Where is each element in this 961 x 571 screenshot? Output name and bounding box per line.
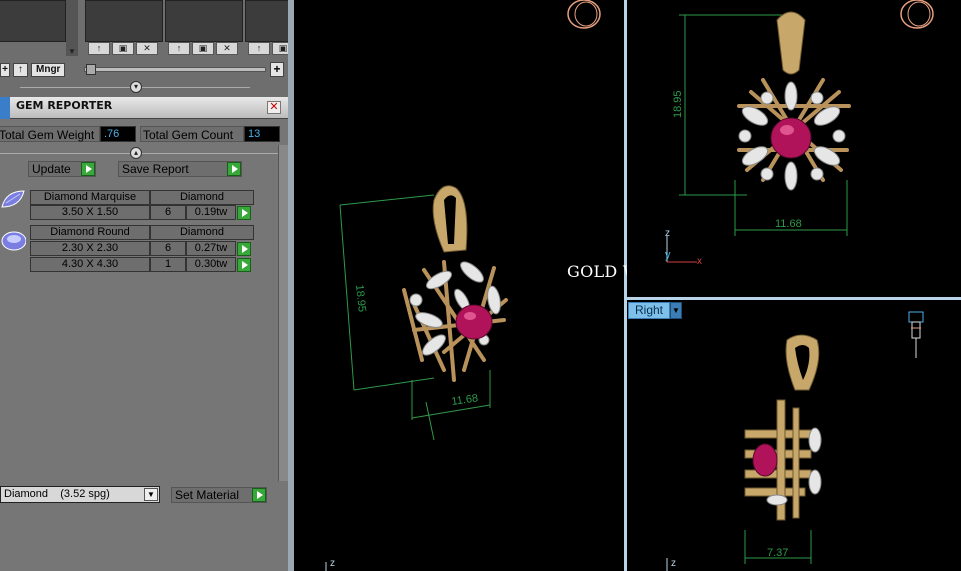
width-dimension: 7.37 [767, 547, 788, 559]
view-orientation-icon[interactable] [908, 311, 924, 358]
axis-y-label: y [665, 249, 671, 261]
select-gem-button[interactable] [237, 206, 251, 220]
save-thumb-button[interactable]: ▣ [272, 42, 288, 55]
pendant-model[interactable] [737, 11, 851, 191]
save-report-label: Save Report [122, 162, 189, 176]
gem-shape-header: Diamond Marquise [30, 190, 150, 205]
width-dimension: 11.68 [775, 218, 802, 230]
update-button[interactable]: Update [28, 161, 96, 177]
gem-count: 1 [150, 257, 186, 272]
front-viewport[interactable]: 18.95 11.68 z y x [627, 0, 961, 297]
save-thumb-button[interactable]: ▣ [112, 42, 134, 55]
chevron-down-icon[interactable]: ▼ [670, 302, 682, 319]
set-material-label: Set Material [175, 488, 240, 502]
scroll-down-icon[interactable]: ▼ [67, 48, 77, 56]
gem-weight: 0.30tw [186, 257, 236, 272]
panel-title: GEM REPORTER [16, 99, 113, 112]
gem-reporter-icon [0, 97, 10, 119]
scrollbar[interactable]: ▼ [66, 0, 78, 56]
select-gem-button[interactable] [237, 242, 251, 256]
gem-weight: 0.19tw [186, 205, 236, 220]
select-gem-button[interactable] [237, 258, 251, 272]
axis-x-label: x [697, 256, 702, 267]
total-count-value: 13 [244, 126, 280, 142]
move-up-button[interactable]: ↑ [88, 42, 110, 55]
left-panel: ▼ ↑ ▣ ✕ ↑ ▣ ✕ ↑ ▣ + ↑ Mngr + ▾ GEM REPOR… [0, 0, 288, 571]
gem-size: 2.30 X 2.30 [30, 241, 150, 256]
gem-material-header: Diamond [150, 225, 254, 240]
axis-z-label: z [330, 558, 335, 569]
plus-button[interactable]: + [270, 62, 284, 77]
total-weight-value: .76 [100, 126, 136, 142]
gem-size: 3.50 X 1.50 [30, 205, 150, 220]
close-button[interactable]: ✕ [267, 101, 281, 114]
gem-material-header: Diamond [150, 190, 254, 205]
up-button[interactable]: ↑ [13, 62, 28, 77]
play-icon[interactable] [227, 162, 241, 176]
thumbnail-slot[interactable] [85, 0, 163, 42]
thumbnail-slot[interactable] [0, 0, 66, 42]
delete-thumb-button[interactable]: ✕ [216, 42, 238, 55]
round-gem-icon [1, 231, 26, 251]
perspective-viewport[interactable]: 18.95 11.68 z [294, 0, 624, 571]
thumbnail-slot[interactable] [165, 0, 243, 42]
gem-count: 6 [150, 205, 186, 220]
collapse-handle-icon[interactable]: ▾ [130, 81, 142, 93]
gem-shape-header: Diamond Round [30, 225, 150, 240]
gem-weight: 0.27tw [186, 241, 236, 256]
save-thumb-button[interactable]: ▣ [192, 42, 214, 55]
scrollbar[interactable] [278, 145, 288, 481]
pendant-model[interactable] [402, 185, 508, 382]
total-count-label: Total Gem Count [140, 126, 244, 142]
material-select[interactable]: Diamond (3.52 spg) ▼ [0, 486, 160, 503]
move-up-button[interactable]: ↑ [248, 42, 270, 55]
width-dimension: 11.68 [451, 392, 479, 408]
add-button[interactable]: + [0, 62, 10, 77]
save-report-button[interactable]: Save Report [118, 161, 242, 177]
axis-gizmo-icon: z y x [665, 228, 702, 267]
gem-count: 6 [150, 241, 186, 256]
update-label: Update [32, 162, 71, 176]
marquise-gem-icon [1, 190, 25, 208]
zoom-slider[interactable] [84, 67, 266, 72]
height-dimension: 18.95 [672, 90, 684, 118]
pendant-model[interactable] [744, 334, 822, 521]
gem-reporter-panel: GEM REPORTER ✕ Total Gem Weight .76 Tota… [0, 97, 288, 571]
view-orientation-icon[interactable] [567, 0, 601, 29]
delete-thumb-button[interactable]: ✕ [136, 42, 158, 55]
manager-button[interactable]: Mngr [31, 62, 66, 77]
height-dimension: 18.95 [353, 284, 368, 313]
thumbnail-slot[interactable] [245, 0, 288, 42]
axis-z-label: z [671, 558, 676, 569]
panel-header: GEM REPORTER ✕ [0, 97, 288, 119]
move-up-button[interactable]: ↑ [168, 42, 190, 55]
total-weight-label: Total Gem Weight [0, 126, 100, 142]
axis-z-label: z [665, 228, 670, 239]
view-name-button[interactable]: Right [628, 302, 671, 319]
material-select-value: Diamond (3.52 spg) [4, 488, 110, 500]
thumbnail-area: ▼ ↑ ▣ ✕ ↑ ▣ ✕ ↑ ▣ + ↑ Mngr + ▾ [0, 0, 288, 97]
view-orientation-icon[interactable] [900, 0, 934, 29]
set-material-button[interactable]: Set Material [171, 487, 267, 503]
play-icon[interactable] [252, 488, 266, 502]
play-icon[interactable] [81, 162, 95, 176]
side-viewport[interactable]: 7.37 z [627, 300, 961, 571]
slider-handle[interactable] [86, 64, 96, 75]
chevron-down-icon[interactable]: ▼ [144, 488, 158, 501]
gem-size: 4.30 X 4.30 [30, 257, 150, 272]
collapse-handle-icon[interactable]: ▴ [130, 147, 142, 159]
